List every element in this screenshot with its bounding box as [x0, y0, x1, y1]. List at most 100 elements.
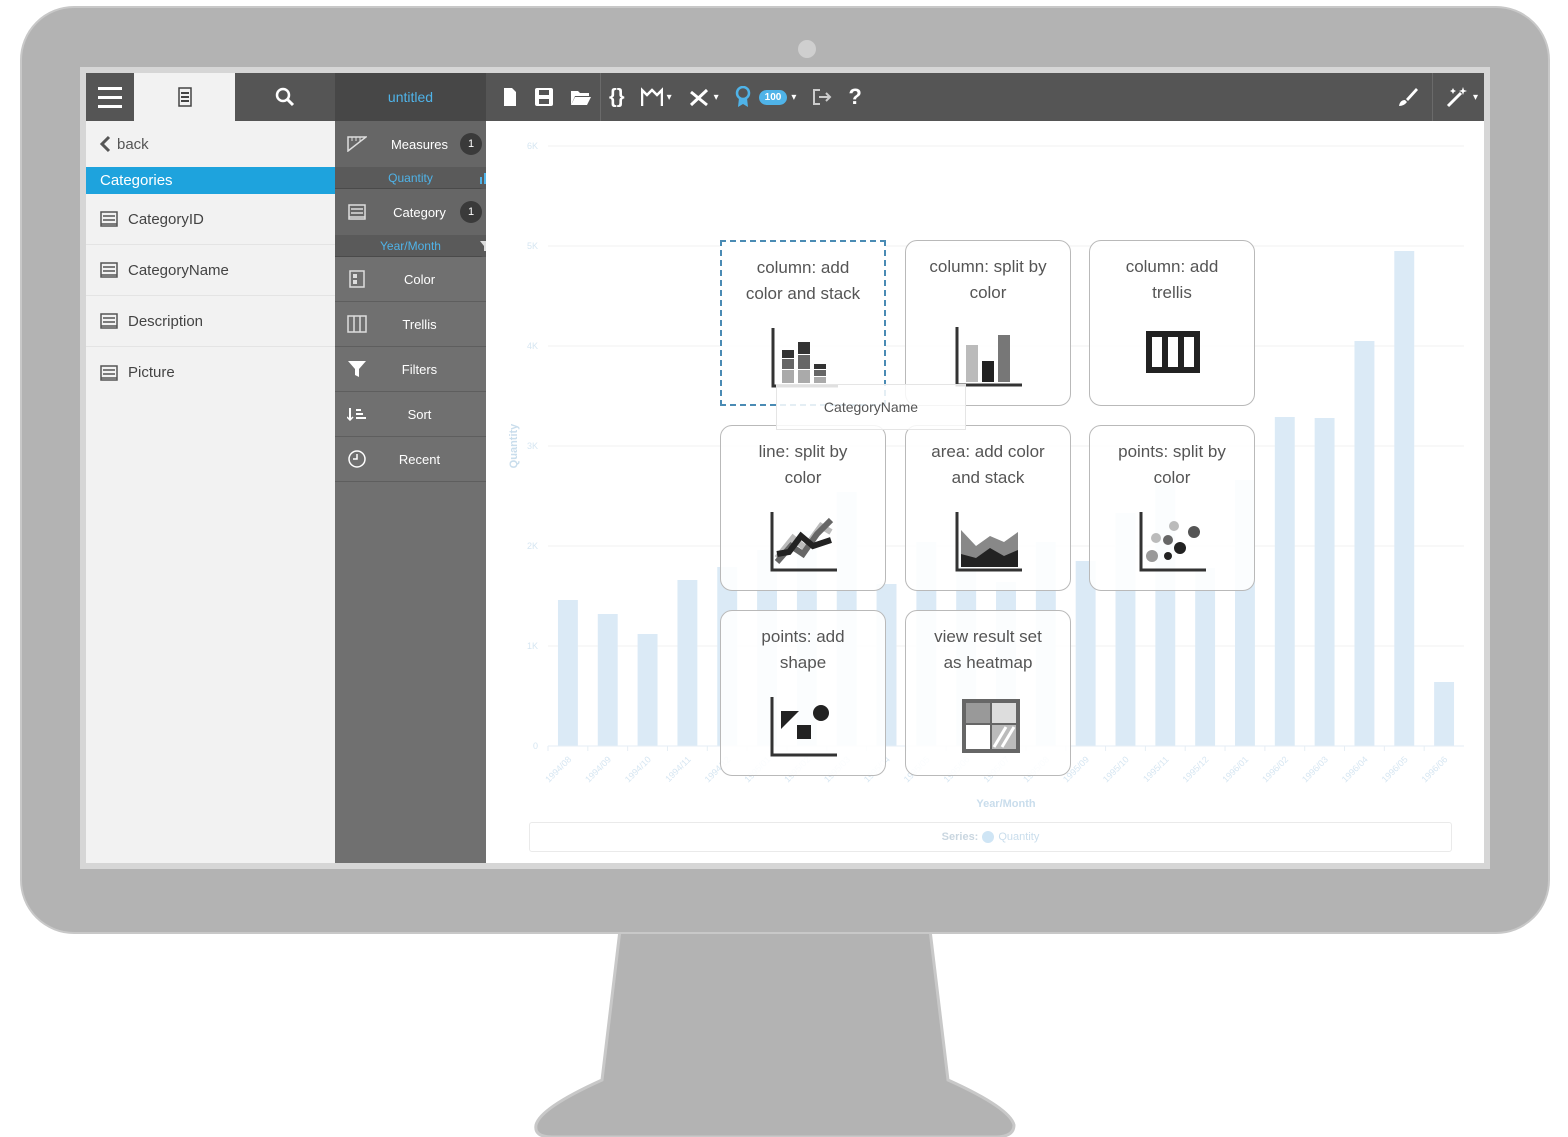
- table-field-icon: [100, 211, 120, 227]
- search-icon: [275, 87, 295, 107]
- search-tab[interactable]: [235, 73, 335, 121]
- x-tick-label: 1995/12: [1180, 754, 1210, 784]
- shelf-color[interactable]: Color: [335, 257, 486, 302]
- sort-icon: [335, 407, 379, 421]
- y-tick-label: 3K: [527, 441, 538, 451]
- scatter-color-icon: [1139, 512, 1206, 572]
- suggestion-label: column: split by color: [929, 257, 1047, 302]
- export-button[interactable]: [804, 73, 840, 121]
- help-button[interactable]: ?: [840, 73, 869, 121]
- field-item-description[interactable]: Description: [86, 296, 335, 347]
- field-label: CategoryID: [128, 210, 204, 228]
- back-label: back: [117, 135, 149, 153]
- x-tick-label: 1995/10: [1101, 754, 1131, 784]
- bar: [1394, 251, 1415, 746]
- suggestion-card-heatmap[interactable]: view result set as heatmap: [905, 610, 1071, 776]
- code-button[interactable]: {}: [601, 73, 633, 121]
- shelf-recent[interactable]: Recent: [335, 437, 486, 482]
- suggestion-label: points: split by color: [1118, 442, 1226, 487]
- color-swatch-icon: [335, 270, 379, 288]
- suggestion-label: area: add color and stack: [931, 442, 1045, 487]
- pill-label: Year/Month: [380, 238, 441, 253]
- suggestion-card-trellis[interactable]: column: add trellis: [1089, 240, 1255, 406]
- x-tick-label: 1994/10: [623, 754, 653, 784]
- suggestion-label: points: add shape: [761, 627, 845, 672]
- suggestion-label: line: split by color: [758, 442, 848, 487]
- camera-dot: [798, 40, 816, 58]
- x-tick-label: 1994/09: [583, 754, 613, 784]
- toolbar-right: ▾: [1384, 73, 1484, 121]
- quality-button[interactable]: 100 ▾: [727, 73, 805, 121]
- bar: [557, 600, 578, 746]
- x-axis-title: Year/Month: [976, 798, 1036, 810]
- chart-type-button[interactable]: ▾: [633, 73, 680, 121]
- measure-pill-quantity[interactable]: Quantity: [335, 167, 496, 189]
- chevron-down-icon: ▾: [791, 91, 797, 103]
- clock-icon: [335, 449, 379, 469]
- multi-line-icon: [770, 512, 837, 572]
- suggestion-card-line[interactable]: line: split by color: [720, 425, 886, 591]
- magic-button[interactable]: ▾: [1433, 73, 1484, 121]
- stacked-area-icon: [955, 512, 1022, 572]
- tools-button[interactable]: ▾: [680, 73, 727, 121]
- brush-icon: [1398, 88, 1418, 106]
- bar: [1354, 341, 1375, 746]
- suggestion-card-area[interactable]: area: add color and stack: [905, 425, 1071, 591]
- shelf-measures[interactable]: Measures 1: [335, 121, 486, 167]
- new-document-button[interactable]: [494, 73, 526, 121]
- table-field-icon: [100, 262, 120, 278]
- legend-swatch: [982, 831, 995, 843]
- section-header: Categories: [86, 167, 335, 194]
- chevron-left-icon: [99, 135, 111, 153]
- suggestion-label: view result set as heatmap: [934, 627, 1042, 672]
- bar: [1195, 568, 1216, 746]
- y-tick-label: 0: [533, 741, 538, 751]
- bar: [1314, 418, 1335, 746]
- shelf-label: Sort: [407, 406, 432, 422]
- stacked-column-icon: [771, 328, 838, 388]
- field-panel: back Categories CategoryID CategoryName …: [86, 121, 335, 863]
- chart-canvas: 0 1K 2K 3K 4K 5K 6K Quantity 1994/08 1994/09 1994/…: [486, 121, 1484, 863]
- field-item-categoryid[interactable]: CategoryID: [86, 194, 335, 245]
- suggestion-card-scatter-shape[interactable]: points: add shape: [720, 610, 886, 776]
- suggestion-card-stacked-column[interactable]: column: add color and stack: [720, 240, 886, 406]
- count-badge: 1: [460, 201, 482, 223]
- field-item-picture[interactable]: Picture: [86, 347, 335, 398]
- menu-icon[interactable]: [86, 73, 134, 121]
- document-title[interactable]: untitled: [335, 73, 486, 121]
- bar: [597, 614, 618, 746]
- suggestion-card-grouped-column[interactable]: column: split by color: [905, 240, 1071, 406]
- database-icon: [177, 87, 192, 107]
- magic-wand-icon: [1446, 87, 1467, 108]
- suggestion-label: column: add color and stack: [745, 258, 861, 303]
- category-pill-yearmonth[interactable]: Year/Month: [335, 235, 496, 257]
- back-button[interactable]: back: [86, 121, 335, 167]
- toolbar-actions: {} ▾ ▾ 100 ▾ ?: [494, 73, 870, 121]
- x-tick-label: 1996/03: [1300, 754, 1330, 784]
- score-badge: 100: [758, 89, 788, 105]
- trellis-icon: [335, 315, 379, 333]
- chevron-down-icon: ▾: [666, 91, 672, 103]
- bar: [1075, 561, 1096, 746]
- field-item-categoryname[interactable]: CategoryName: [86, 245, 335, 296]
- save-button[interactable]: [526, 73, 562, 121]
- legend-series-label[interactable]: Quantity: [998, 831, 1039, 843]
- shelf-sort[interactable]: Sort: [335, 392, 486, 437]
- chevron-down-icon: ▾: [713, 91, 719, 103]
- award-icon: [735, 86, 750, 107]
- x-tick-label: 1996/05: [1380, 754, 1410, 784]
- chart-legend: Series: Quantity: [529, 822, 1452, 852]
- grouped-column-icon: [955, 327, 1022, 387]
- style-button[interactable]: [1384, 73, 1432, 121]
- suggestion-card-scatter-color[interactable]: points: split by color: [1089, 425, 1255, 591]
- bar: [677, 580, 698, 746]
- data-source-tab[interactable]: [134, 73, 235, 121]
- ruler-icon: [335, 136, 379, 152]
- shelf-panel: Measures 1 Quantity Category 1 Year/Mont…: [335, 121, 496, 863]
- x-tick-label: 1995/11: [1141, 754, 1171, 784]
- shelf-filters[interactable]: Filters: [335, 347, 486, 392]
- shelf-trellis[interactable]: Trellis: [335, 302, 486, 347]
- open-button[interactable]: [562, 73, 600, 121]
- shelf-category[interactable]: Category 1: [335, 189, 486, 235]
- shelf-label: Filters: [401, 361, 438, 377]
